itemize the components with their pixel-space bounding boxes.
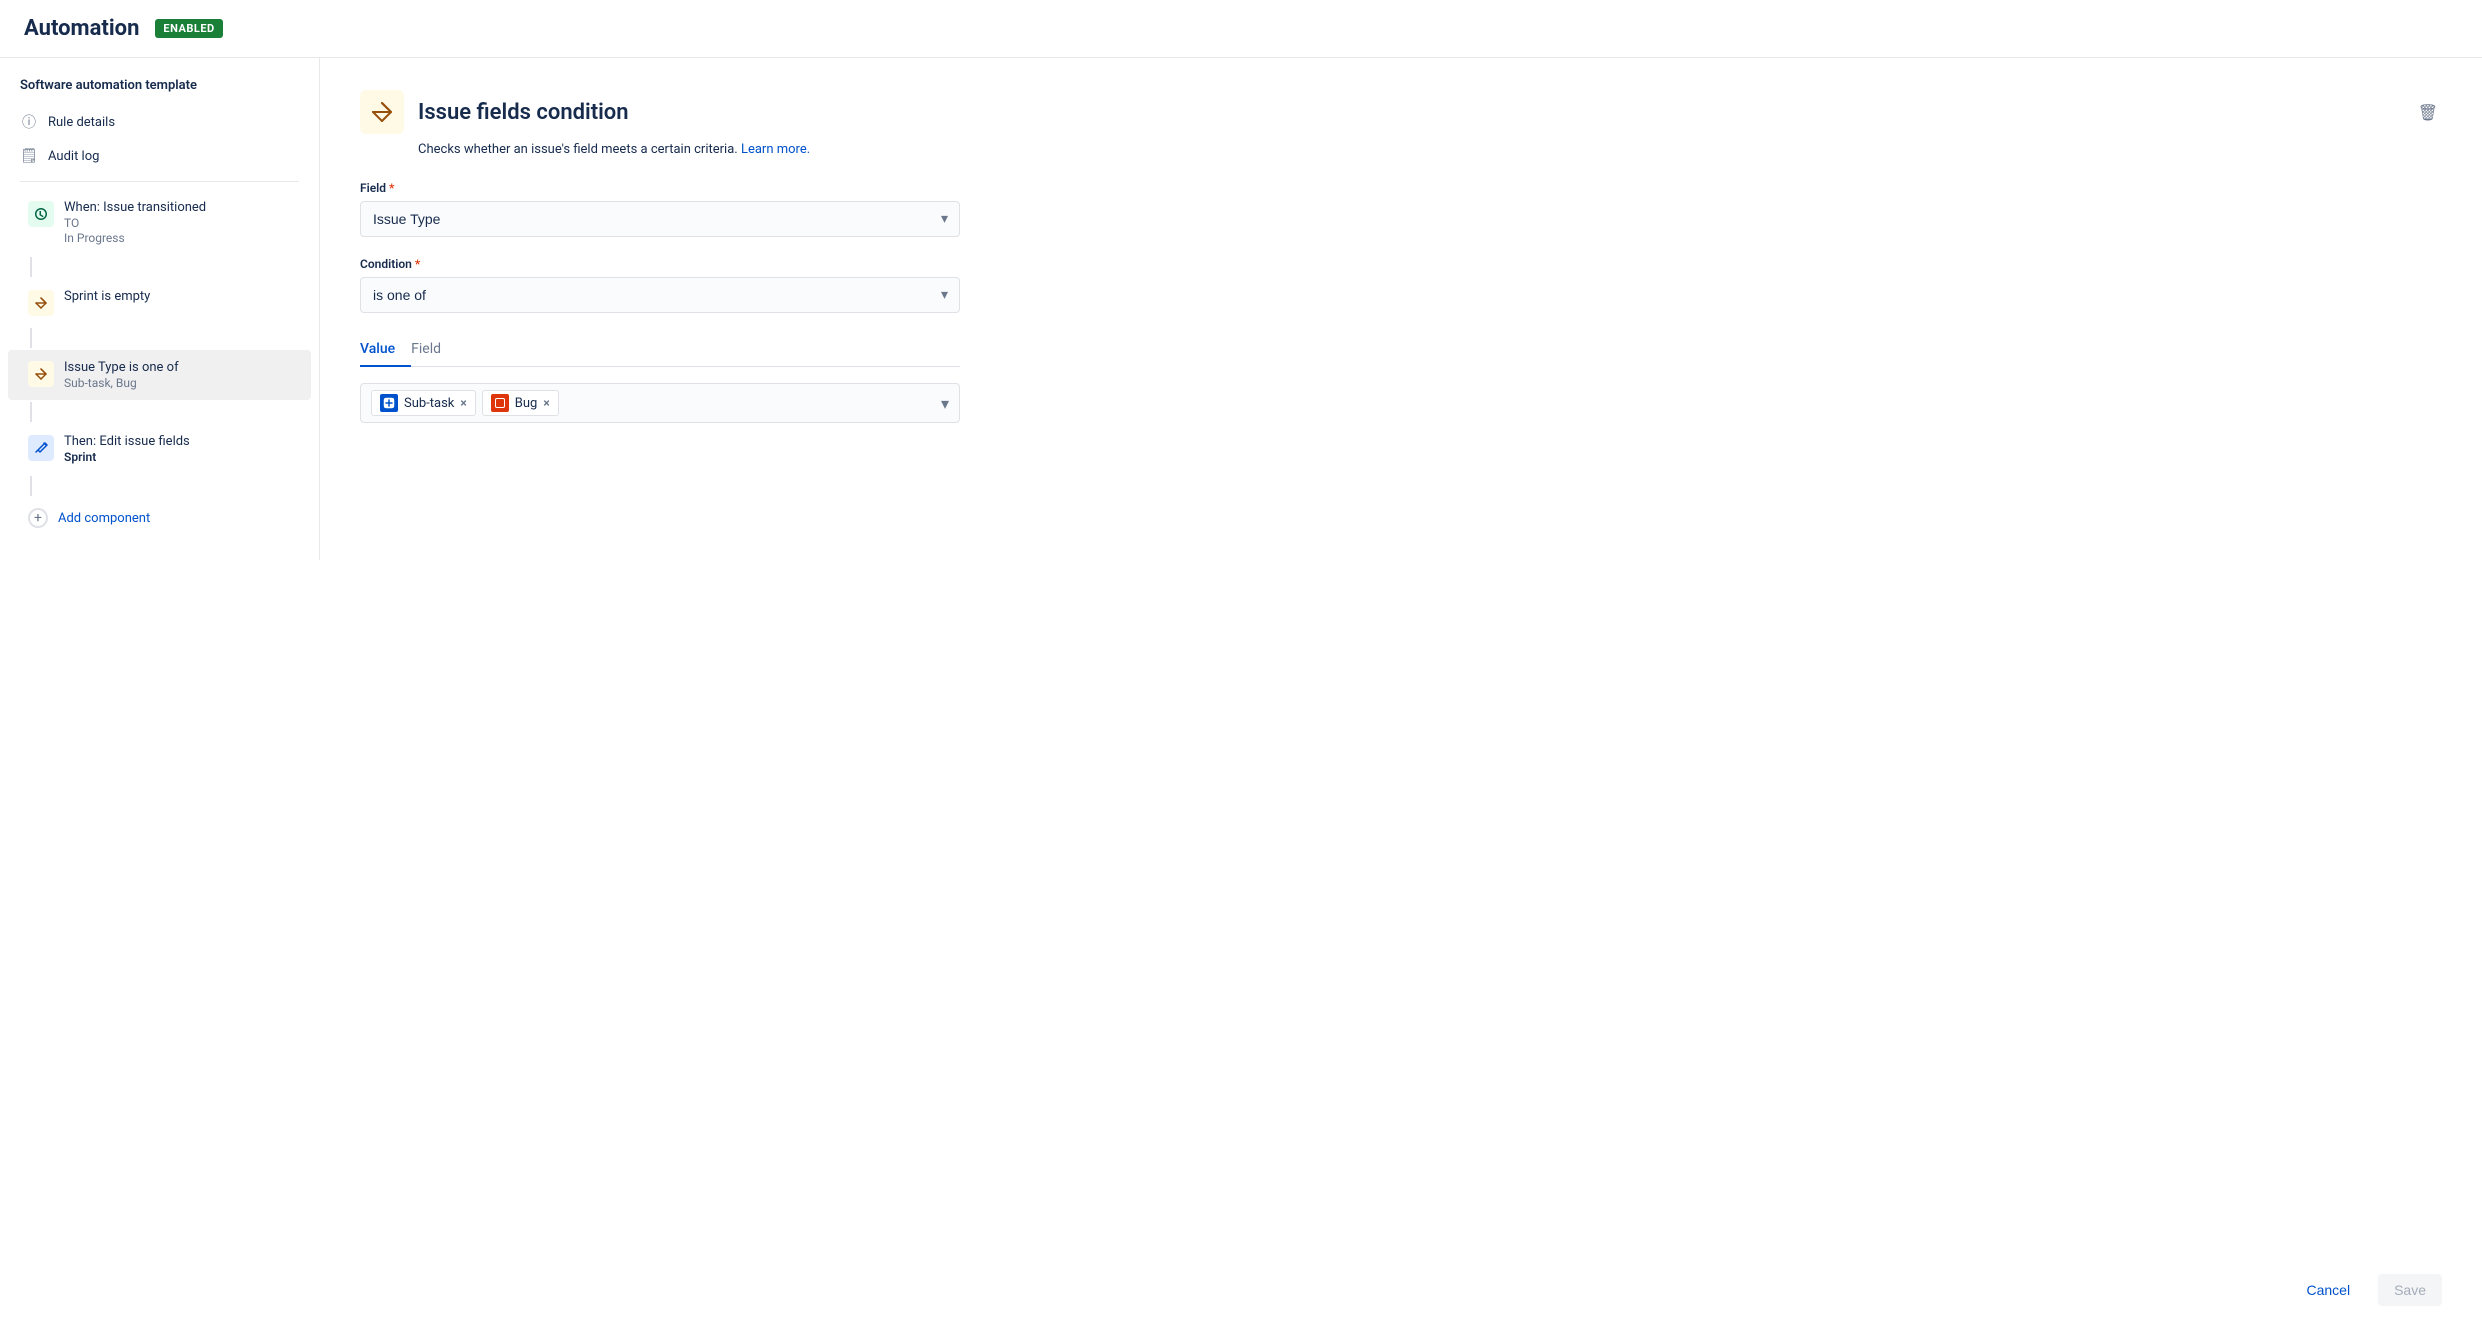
tab-value[interactable]: Value <box>360 333 411 367</box>
enabled-badge: ENABLED <box>155 19 222 38</box>
main-content: Issue fields condition 🗑 Checks whether … <box>320 58 2482 560</box>
sidebar-component-then-action[interactable]: Then: Edit issue fields Sprint <box>8 424 311 474</box>
sidebar-template-label: Software automation template <box>0 78 319 105</box>
sidebar-item-rule-details-label: Rule details <box>48 115 115 130</box>
subtask-tag-label: Sub-task <box>404 396 454 411</box>
then-action-icon <box>28 435 54 461</box>
sidebar-item-rule-details[interactable]: ⓘ Rule details <box>0 105 319 139</box>
field-select[interactable]: Issue Type <box>360 201 960 237</box>
sidebar-item-audit-log[interactable]: 🗒 Audit log <box>0 139 319 173</box>
field-label: Field * <box>360 181 960 195</box>
condition-title: Issue fields condition <box>418 100 2400 125</box>
form-section: Field * Issue Type ▾ Condition * <box>360 181 960 423</box>
condition-select-wrapper: is one of ▾ <box>360 277 960 313</box>
condition-select[interactable]: is one of <box>360 277 960 313</box>
condition-header: Issue fields condition 🗑 <box>360 90 2442 134</box>
tags-dropdown-icon[interactable]: ▾ <box>941 394 949 413</box>
add-component-circle-icon: + <box>28 508 48 528</box>
field-required-star: * <box>389 181 394 195</box>
trigger-icon <box>28 201 54 227</box>
page-title: Automation <box>24 16 139 41</box>
issue-type-condition-icon <box>28 361 54 387</box>
tag-subtask: Sub-task × <box>371 390 476 416</box>
clipboard-icon: 🗒 <box>20 147 38 165</box>
bug-tag-remove[interactable]: × <box>543 396 549 410</box>
sprint-condition-title: Sprint is empty <box>64 289 150 304</box>
subtask-tag-icon <box>380 394 398 412</box>
connector-line-4 <box>30 476 32 496</box>
trigger-subtitle-prefix: TO <box>64 216 206 230</box>
issue-type-condition-title: Issue Type is one of <box>64 360 179 375</box>
sidebar-component-when-trigger[interactable]: When: Issue transitioned TO In Progress <box>8 190 311 255</box>
sidebar-component-issue-type-condition[interactable]: Issue Type is one of Sub-task, Bug <box>8 350 311 400</box>
add-component-button[interactable]: + Add component <box>8 498 311 538</box>
bug-tag-icon <box>491 394 509 412</box>
connector-line-2 <box>30 328 32 348</box>
info-icon: ⓘ <box>20 113 38 131</box>
sidebar-item-audit-log-label: Audit log <box>48 149 99 164</box>
add-component-label: Add component <box>58 511 150 526</box>
condition-icon-box <box>360 90 404 134</box>
trigger-title: When: Issue transitioned <box>64 200 206 215</box>
condition-label: Condition * <box>360 257 960 271</box>
issue-type-condition-subtitle: Sub-task, Bug <box>64 376 179 390</box>
trigger-subtitle: In Progress <box>64 231 206 245</box>
connector-line-3 <box>30 402 32 422</box>
value-field-tabs: Value Field <box>360 333 960 367</box>
footer-actions: Cancel Save <box>320 1254 2482 1326</box>
delete-icon[interactable]: 🗑 <box>2414 99 2442 126</box>
tab-field[interactable]: Field <box>411 333 457 367</box>
tag-bug: Bug × <box>482 390 559 416</box>
field-select-wrapper: Issue Type ▾ <box>360 201 960 237</box>
subtask-tag-remove[interactable]: × <box>460 396 466 410</box>
sidebar-divider <box>20 181 299 182</box>
sprint-condition-icon <box>28 290 54 316</box>
then-action-title: Then: Edit issue fields <box>64 434 190 449</box>
condition-group: Condition * is one of ▾ <box>360 257 960 313</box>
connector-line-1 <box>30 257 32 277</box>
sidebar-component-sprint-condition[interactable]: Sprint is empty <box>8 279 311 326</box>
bug-tag-label: Bug <box>515 396 538 411</box>
then-action-subtitle: Sprint <box>64 450 190 464</box>
save-button[interactable]: Save <box>2378 1274 2442 1306</box>
learn-more-link[interactable]: Learn more. <box>741 142 810 157</box>
condition-description: Checks whether an issue's field meets a … <box>360 142 2442 157</box>
sidebar: Software automation template ⓘ Rule deta… <box>0 58 320 560</box>
tags-input[interactable]: Sub-task × Bug × ▾ <box>360 383 960 423</box>
condition-required-star: * <box>415 257 420 271</box>
field-group: Field * Issue Type ▾ <box>360 181 960 237</box>
cancel-button[interactable]: Cancel <box>2290 1274 2366 1306</box>
